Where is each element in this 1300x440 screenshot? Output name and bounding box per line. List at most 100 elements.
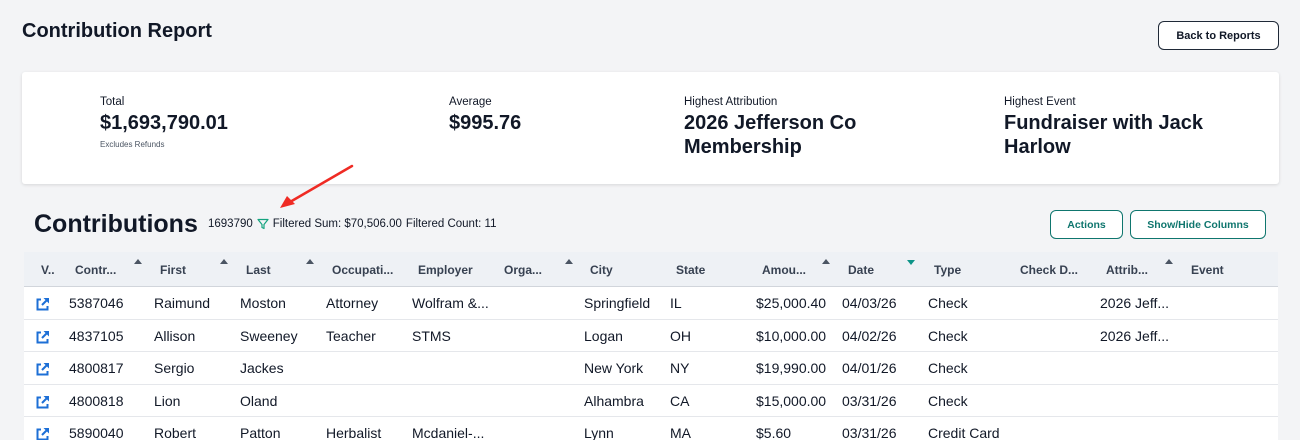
sort-arrow-icon[interactable]	[220, 259, 228, 264]
cell-occupation: Herbalist	[326, 425, 382, 440]
external-link-icon[interactable]	[35, 330, 50, 345]
cell-last-name: Jackes	[240, 360, 284, 376]
sort-arrow-icon[interactable]	[907, 260, 915, 265]
cell-city: New York	[584, 360, 644, 376]
table-row[interactable]: 4800818 Lion Oland Alhambra CA $15,000.00 03/3…	[24, 385, 1278, 417]
table-header: V.. Contr... First Last Occupati... Empl…	[24, 252, 1278, 287]
event-value-line1: Fundraiser with Jack	[1004, 112, 1203, 134]
contributions-meta: 1693790 Filtered Sum: $70,506.00 Filtere…	[208, 218, 496, 230]
col-header-amount[interactable]: Amou...	[762, 252, 806, 287]
event-label: Highest Event	[1004, 96, 1076, 108]
cell-state: IL	[670, 295, 682, 311]
average-label: Average	[449, 96, 492, 108]
cell-state: CA	[670, 392, 690, 409]
cell-amount: $25,000.40	[756, 295, 827, 311]
cell-date: 04/02/26	[842, 327, 897, 344]
cell-date: 04/03/26	[842, 295, 897, 311]
external-link-icon[interactable]	[35, 297, 50, 312]
table-row[interactable]: 4800817 Sergio Jackes New York NY $19,990.00 0…	[24, 352, 1278, 385]
actions-button[interactable]: Actions	[1050, 210, 1123, 239]
col-header-type[interactable]: Type	[934, 252, 961, 287]
cell-amount: $15,000.00	[756, 392, 827, 409]
cell-city: Logan	[584, 327, 623, 344]
sort-arrow-icon[interactable]	[306, 259, 314, 264]
filtered-count: Filtered Count: 11	[405, 218, 497, 230]
cell-first-name: Sergio	[154, 360, 195, 376]
col-header-contribution[interactable]: Contr...	[75, 252, 116, 287]
summary-card: Total $1,693,790.01 Excludes Refunds Ave…	[22, 72, 1279, 184]
event-value-line2: Harlow	[1004, 136, 1071, 158]
col-header-last[interactable]: Last	[246, 252, 271, 287]
filter-icon[interactable]	[257, 218, 269, 230]
col-header-state[interactable]: State	[676, 252, 705, 287]
cell-contribution-id: 4800817	[69, 360, 124, 376]
col-header-view[interactable]: V..	[41, 252, 55, 287]
sort-arrow-icon[interactable]	[565, 259, 573, 264]
col-header-check-date[interactable]: Check D...	[1020, 252, 1078, 287]
col-header-first[interactable]: First	[160, 252, 186, 287]
table-row[interactable]: 5890040 Robert Patton Herbalist Mcdaniel-...…	[24, 417, 1278, 440]
cell-type: Check	[928, 360, 968, 376]
cell-city: Springfield	[584, 295, 651, 311]
cell-employer: STMS	[412, 327, 451, 344]
cell-first-name: Raimund	[154, 295, 211, 311]
col-header-event[interactable]: Event	[1191, 252, 1224, 287]
cell-type: Credit Card	[928, 425, 1000, 440]
external-link-icon[interactable]	[35, 427, 50, 440]
cell-first-name: Robert	[154, 425, 197, 440]
col-header-date[interactable]: Date	[848, 252, 874, 287]
total-value: $1,693,790.01	[100, 112, 228, 134]
external-link-icon[interactable]	[35, 395, 50, 410]
cell-occupation: Attorney	[326, 295, 379, 311]
stat-highest-attribution: Highest Attribution 2026 Jefferson Co Me…	[684, 96, 856, 159]
cell-first-name: Lion	[154, 392, 181, 409]
col-header-city[interactable]: City	[590, 252, 613, 287]
external-link-icon[interactable]	[35, 362, 50, 377]
sort-arrow-icon[interactable]	[822, 259, 830, 264]
total-note: Excludes Refunds	[100, 140, 165, 149]
cell-type: Check	[928, 392, 968, 409]
total-label: Total	[100, 96, 125, 108]
cell-amount: $10,000.00	[756, 327, 827, 344]
col-header-organization[interactable]: Orga...	[504, 252, 542, 287]
back-to-reports-button[interactable]: Back to Reports	[1158, 21, 1279, 50]
cell-state: NY	[670, 360, 690, 376]
contributions-table: V.. Contr... First Last Occupati... Empl…	[24, 252, 1278, 440]
cell-contribution-id: 4837105	[69, 327, 124, 344]
cell-last-name: Moston	[240, 295, 286, 311]
sort-arrow-icon[interactable]	[134, 259, 142, 264]
table-body: 5387046 Raimund Moston Attorney Wolfram &...…	[24, 287, 1278, 440]
cell-employer: Mcdaniel-...	[412, 425, 485, 440]
cell-last-name: Sweeney	[240, 327, 298, 344]
table-row[interactable]: 4837105 Allison Sweeney Teacher STMS Logan OH $…	[24, 320, 1278, 352]
cell-date: 04/01/26	[842, 360, 897, 376]
cell-state: MA	[670, 425, 691, 440]
cell-amount: $5.60	[756, 425, 792, 440]
cell-contribution-id: 4800818	[69, 392, 124, 409]
cell-amount: $19,990.00	[756, 360, 827, 376]
attribution-value-line2: Membership	[684, 136, 802, 158]
stat-highest-event: Highest Event Fundraiser with Jack Harlo…	[1004, 96, 1203, 159]
filtered-sum: Filtered Sum: $70,506.00	[272, 218, 402, 230]
cell-type: Check	[928, 295, 968, 311]
col-header-attribution[interactable]: Attrib...	[1106, 252, 1148, 287]
table-row[interactable]: 5387046 Raimund Moston Attorney Wolfram &...…	[24, 287, 1278, 320]
cell-type: Check	[928, 327, 968, 344]
cell-employer: Wolfram &...	[412, 295, 489, 311]
annotation-arrow-icon	[280, 164, 354, 208]
cell-city: Alhambra	[584, 392, 644, 409]
attribution-label: Highest Attribution	[684, 96, 778, 108]
cell-city: Lynn	[584, 425, 614, 440]
show-hide-columns-button[interactable]: Show/Hide Columns	[1130, 210, 1266, 239]
col-header-occupation[interactable]: Occupati...	[332, 252, 393, 287]
stat-average: Average $995.76	[449, 96, 521, 135]
cell-last-name: Patton	[240, 425, 281, 440]
page-title: Contribution Report	[22, 20, 212, 42]
sort-arrow-icon[interactable]	[1165, 259, 1173, 264]
average-value: $995.76	[449, 112, 522, 134]
col-header-employer[interactable]: Employer	[418, 252, 473, 287]
attribution-value-line1: 2026 Jefferson Co	[684, 112, 857, 134]
stat-total: Total $1,693,790.01 Excludes Refunds	[100, 96, 228, 149]
cell-attribution: 2026 Jeff...	[1100, 327, 1170, 344]
contributions-title: Contributions	[34, 210, 198, 238]
